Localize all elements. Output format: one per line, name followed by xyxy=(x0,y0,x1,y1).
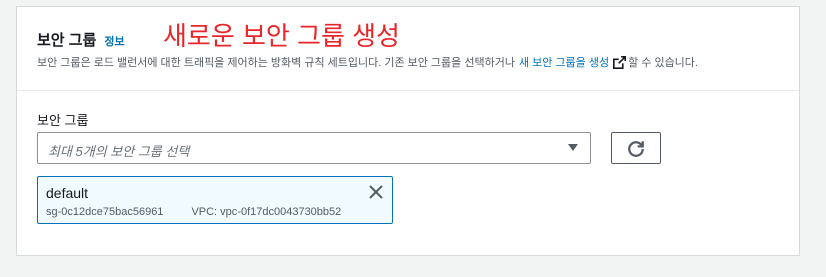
security-group-label: 보안 그룹 xyxy=(37,113,89,128)
token-name: default xyxy=(46,185,89,201)
selected-security-group-token: default sg-0c12dce75bac56961 VPC: vpc-0f1… xyxy=(37,176,393,224)
refresh-button[interactable] xyxy=(611,132,661,164)
page: 보안 그룹 정보 새로운 보안 그룹 생성 보안 그룹은 로드 밸런서에 대한 … xyxy=(0,0,826,277)
token-meta: sg-0c12dce75bac56961 VPC: vpc-0f17dc00437… xyxy=(46,206,341,218)
panel-description: 보안 그룹은 로드 밸런서에 대한 트래픽을 제어하는 방화벽 규칙 세트입니다… xyxy=(37,54,698,70)
external-link-icon[interactable] xyxy=(613,55,627,69)
description-suffix: 할 수 있습니다. xyxy=(628,57,698,69)
create-security-group-link[interactable]: 새 보안 그룹을 생성 xyxy=(519,54,609,70)
panel-header: 보안 그룹 정보 새로운 보안 그룹 생성 보안 그룹은 로드 밸런서에 대한 … xyxy=(17,7,799,91)
annotation-text: 새로운 보안 그룹 생성 xyxy=(163,21,400,51)
security-group-select[interactable]: 최대 5개의 보안 그룹 선택 xyxy=(37,132,591,164)
description-text: 보안 그룹은 로드 밸런서에 대한 트래픽을 제어하는 방화벽 규칙 세트입니다… xyxy=(37,57,515,69)
caret-down-icon xyxy=(568,144,578,151)
close-icon[interactable] xyxy=(368,184,384,200)
select-placeholder: 최대 5개의 보안 그룹 선택 xyxy=(48,144,190,159)
panel-title: 보안 그룹 xyxy=(37,32,97,49)
security-group-panel: 보안 그룹 정보 새로운 보안 그룹 생성 보안 그룹은 로드 밸런서에 대한 … xyxy=(16,6,800,256)
title-row: 보안 그룹 정보 xyxy=(37,29,125,50)
token-group-id: sg-0c12dce75bac56961 xyxy=(46,206,164,218)
token-vpc: VPC: vpc-0f17dc0043730bb52 xyxy=(191,206,342,218)
refresh-icon xyxy=(628,141,644,157)
info-link[interactable]: 정보 xyxy=(104,33,124,49)
